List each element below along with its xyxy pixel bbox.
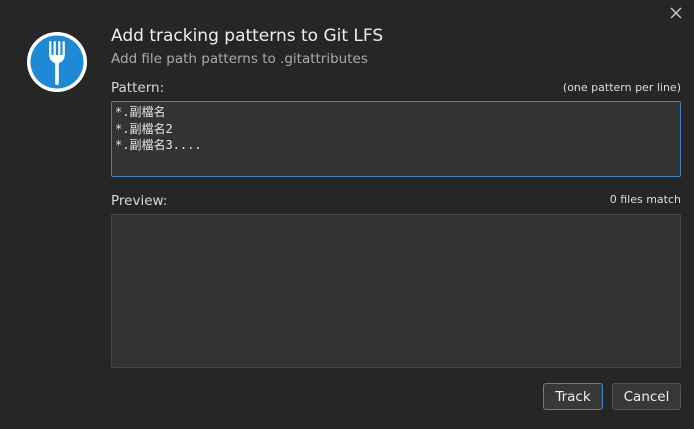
preview-label: Preview: [111, 193, 168, 209]
preview-list [111, 214, 681, 368]
lfs-tracking-dialog: Add tracking patterns to Git LFS Add fil… [0, 0, 694, 429]
track-button[interactable]: Track [543, 383, 603, 410]
match-count: 0 files match [609, 193, 681, 206]
pattern-label: Pattern: [111, 80, 165, 96]
fork-logo-icon [27, 32, 87, 92]
cancel-button[interactable]: Cancel [612, 383, 681, 410]
close-icon [670, 7, 682, 19]
pattern-hint: (one pattern per line) [562, 81, 681, 94]
dialog-title: Add tracking patterns to Git LFS [111, 26, 384, 46]
dialog-subtitle: Add file path patterns to .gitattributes [111, 51, 368, 67]
pattern-input[interactable]: *.副檔名 *.副檔名2 *.副檔名3.... [111, 101, 681, 177]
close-button[interactable] [664, 2, 688, 24]
